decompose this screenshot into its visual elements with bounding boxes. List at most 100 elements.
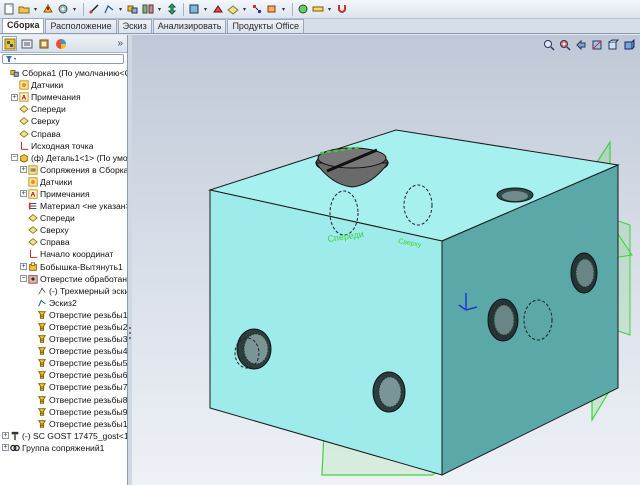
tree-item[interactable]: Отверстие резьбы5: [0, 357, 127, 369]
collapse-icon[interactable]: −: [11, 154, 18, 162]
tree-item[interactable]: Эскиз2: [0, 297, 127, 309]
tree-item[interactable]: Материал <не указан>: [0, 200, 127, 212]
tree-item[interactable]: Справа: [0, 236, 127, 248]
expand-icon[interactable]: +: [20, 263, 27, 271]
mate-group-icon: [10, 443, 20, 453]
tree-item[interactable]: + A Примечания: [0, 91, 127, 103]
side-hole-right[interactable]: [570, 252, 598, 294]
dropdown-arrow-icon[interactable]: ▾: [71, 2, 78, 16]
tree-item[interactable]: Отверстие резьбы8: [0, 394, 127, 406]
sensors-icon: [28, 177, 38, 187]
tree-item[interactable]: Справа: [0, 127, 127, 139]
dropdown-arrow-icon[interactable]: ▾: [326, 2, 333, 16]
smart-dimension-icon[interactable]: [87, 2, 101, 16]
tree-item[interactable]: Сверху: [0, 224, 127, 236]
tab-1[interactable]: Расположение: [45, 19, 117, 33]
magnet-icon[interactable]: [335, 2, 349, 16]
configuration-manager-icon[interactable]: [36, 36, 51, 51]
dropdown-arrow-icon[interactable]: ▾: [202, 2, 209, 16]
expand-icon[interactable]: +: [11, 93, 18, 101]
mate-icon[interactable]: [141, 2, 155, 16]
tree-item[interactable]: Отверстие резьбы6: [0, 369, 127, 381]
tree-item[interactable]: − Отверстие обработанно: [0, 273, 127, 285]
tree-item-label: Примечания: [31, 92, 81, 103]
tree-item[interactable]: − (ф) Деталь1<1> (По умолч: [0, 152, 127, 164]
dropdown-arrow-icon[interactable]: ▾: [156, 2, 163, 16]
side-hole-left[interactable]: [487, 298, 519, 342]
tree-item[interactable]: Отверстие резьбы1: [0, 309, 127, 321]
tree-item[interactable]: Отверстие резьбы4: [0, 345, 127, 357]
tree-item-label: Отверстие резьбы8: [49, 394, 127, 405]
dropdown-arrow-icon[interactable]: ▾: [241, 2, 248, 16]
measure-icon[interactable]: [311, 2, 325, 16]
graphics-viewport[interactable]: Спереди Сверху: [132, 35, 640, 485]
dropdown-arrow-icon[interactable]: ▾: [32, 2, 39, 16]
thread-hole-icon: [37, 407, 47, 417]
tree-item[interactable]: + Бобышка-Вытянуть1: [0, 261, 127, 273]
tree-item[interactable]: Спереди: [0, 103, 127, 115]
property-manager-icon[interactable]: [19, 36, 34, 51]
tree-item[interactable]: Сверху: [0, 115, 127, 127]
feature-manager-icon[interactable]: [2, 36, 17, 51]
tree-item[interactable]: Отверстие резьбы2: [0, 321, 127, 333]
display-style-icon[interactable]: [622, 38, 636, 52]
filter-input[interactable]: [2, 53, 124, 64]
tab-4[interactable]: Продукты Office: [227, 19, 304, 33]
expand-icon[interactable]: +: [2, 432, 9, 440]
tree-item-label: Датчики: [31, 80, 64, 91]
move-component-icon[interactable]: [165, 2, 179, 16]
assembly-icon: [10, 68, 20, 78]
collapse-icon[interactable]: −: [20, 275, 27, 283]
previous-view-icon[interactable]: [574, 38, 588, 52]
sketch-icon[interactable]: [102, 2, 116, 16]
tree-item[interactable]: Спереди: [0, 212, 127, 224]
zoom-to-fit-icon[interactable]: [542, 38, 556, 52]
tree-item[interactable]: + A Примечания: [0, 188, 127, 200]
tab-2[interactable]: Эскиз: [117, 19, 152, 33]
expand-icon[interactable]: +: [20, 190, 27, 198]
tree-item[interactable]: Отверстие резьбы9: [0, 406, 127, 418]
hole-wizard-icon: [28, 274, 38, 284]
tree-item[interactable]: Датчики: [0, 79, 127, 91]
options-icon[interactable]: [56, 2, 70, 16]
tree-item-label: Спереди: [40, 213, 75, 224]
display-manager-icon[interactable]: [53, 36, 68, 51]
expand-icon[interactable]: +: [20, 166, 27, 174]
tree-item[interactable]: Датчики: [0, 176, 127, 188]
zoom-area-icon[interactable]: [558, 38, 572, 52]
features-icon[interactable]: [211, 2, 225, 16]
panel-expand-button[interactable]: »: [117, 38, 123, 49]
section-view-icon[interactable]: [590, 38, 604, 52]
dropdown-arrow-icon[interactable]: ▾: [117, 2, 124, 16]
tree-item[interactable]: + Группа сопряжений1: [0, 442, 127, 454]
reference-geometry-icon[interactable]: [226, 2, 240, 16]
tree-item[interactable]: Начало координат: [0, 248, 127, 260]
front-hole-bottom[interactable]: [372, 371, 406, 413]
tree-item-label: Отверстие резьбы9: [49, 406, 127, 417]
tree-item[interactable]: + Сопряжения в Сборка1: [0, 164, 127, 176]
show-hidden-icon[interactable]: [187, 2, 201, 16]
assembly-icon[interactable]: [126, 2, 140, 16]
instant3d-icon[interactable]: [265, 2, 279, 16]
tree-item[interactable]: (-) Трехмерный эскиз: [0, 285, 127, 297]
expand-icon[interactable]: +: [2, 444, 9, 452]
tree-item-label: Справа: [31, 128, 61, 139]
dropdown-arrow-icon[interactable]: ▾: [280, 2, 287, 16]
new-doc-icon[interactable]: [2, 2, 16, 16]
tree-item[interactable]: + (-) SC GOST 17475_gost<1>: [0, 430, 127, 442]
snap-icon[interactable]: [296, 2, 310, 16]
tree-item[interactable]: Отверстие резьбы10: [0, 418, 127, 430]
tree-item[interactable]: Отверстие резьбы3: [0, 333, 127, 345]
tab-0[interactable]: Сборка: [2, 18, 45, 33]
tab-3[interactable]: Анализировать: [152, 19, 227, 33]
explode-icon[interactable]: [250, 2, 264, 16]
tree-item[interactable]: Сборка1 (По умолчанию<Со: [0, 67, 127, 79]
tree-item-label: Отверстие резьбы5: [49, 358, 127, 369]
model-scene[interactable]: Спереди Сверху: [132, 35, 640, 485]
tree-item[interactable]: Отверстие резьбы7: [0, 381, 127, 393]
view-orientation-icon[interactable]: [606, 38, 620, 52]
filter-icon: [6, 55, 16, 62]
tree-item[interactable]: Исходная точка: [0, 140, 127, 152]
open-icon[interactable]: [17, 2, 31, 16]
rebuild-icon[interactable]: [41, 2, 55, 16]
